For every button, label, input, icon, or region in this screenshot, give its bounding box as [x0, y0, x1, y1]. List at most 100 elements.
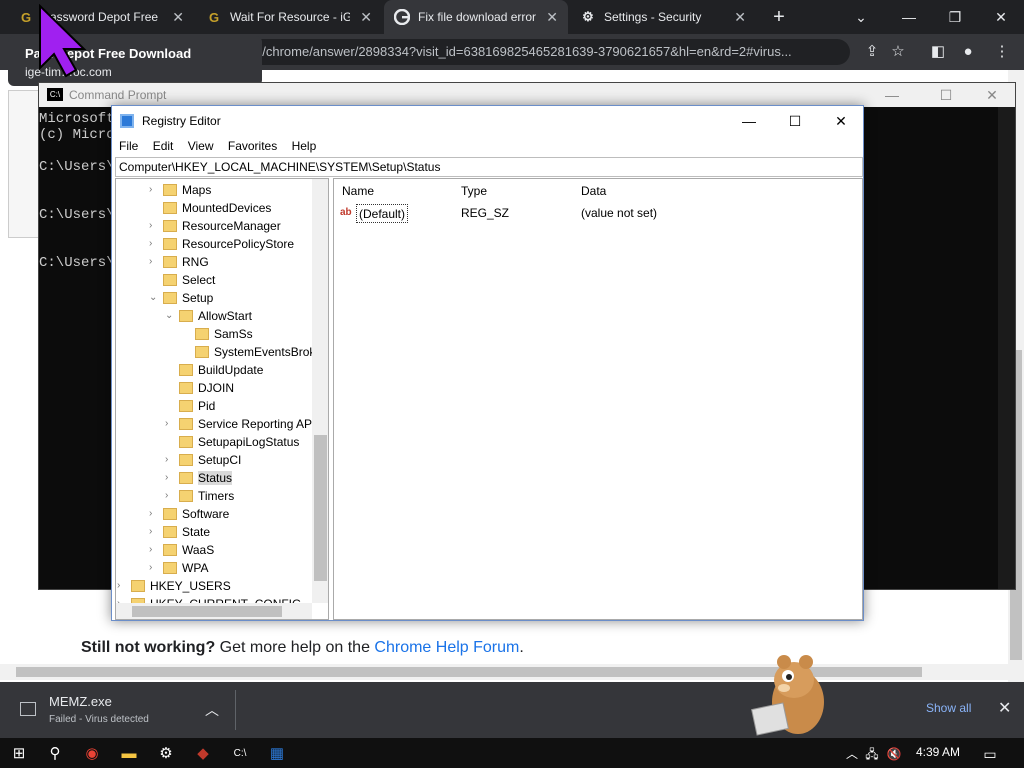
- app-icon[interactable]: ◆: [193, 744, 213, 764]
- tree-node[interactable]: › HKEY_USERS: [117, 577, 231, 595]
- tree-node[interactable]: › Service Reporting API: [165, 415, 315, 433]
- bookmark-star-icon[interactable]: ☆: [888, 42, 908, 62]
- close-icon[interactable]: ✕: [969, 83, 1015, 107]
- tab-search-chevron-icon[interactable]: ⌄: [838, 0, 884, 34]
- tree-node[interactable]: SetupapiLogStatus: [179, 433, 299, 451]
- column-header-type[interactable]: Type: [461, 182, 487, 200]
- mouse-cursor-icon: [39, 4, 87, 78]
- maximize-icon[interactable]: ☐: [772, 106, 818, 136]
- taskbar-clock[interactable]: 4:39 AM: [916, 745, 960, 759]
- registry-editor-window[interactable]: Registry Editor — ☐ ✕ File Edit View Fav…: [111, 105, 864, 621]
- tree-scroll-thumb[interactable]: [314, 435, 327, 581]
- collapsed-chevron-icon[interactable]: ›: [149, 541, 159, 559]
- registry-key-tree[interactable]: › Maps MountedDevices › ResourceManager › Reso…: [115, 178, 329, 620]
- registry-values-list[interactable]: Name Type Data ab (Default) REG_SZ (valu…: [333, 178, 863, 620]
- tree-node[interactable]: › State: [149, 523, 210, 541]
- regedit-taskbar-icon[interactable]: ▦: [267, 744, 287, 764]
- tree-node[interactable]: › Timers: [165, 487, 234, 505]
- expanded-chevron-icon[interactable]: ⌄: [165, 307, 175, 325]
- tree-node[interactable]: ⌄ Setup: [149, 289, 213, 307]
- tab-wait-for-resource[interactable]: G Wait For Resource - iGe ✕: [196, 0, 382, 34]
- windows-start-icon[interactable]: ⊞: [9, 744, 29, 764]
- close-icon[interactable]: ✕: [818, 106, 864, 136]
- cmd-title-bar[interactable]: C:\ Command Prompt — ☐ ✕: [39, 83, 1015, 107]
- tree-node[interactable]: SystemEventsBroker: [195, 343, 326, 361]
- profile-icon[interactable]: ●: [958, 42, 978, 62]
- registry-address-bar[interactable]: Computer\HKEY_LOCAL_MACHINE\SYSTEM\Setup…: [115, 157, 863, 177]
- tree-node[interactable]: › WaaS: [149, 541, 214, 559]
- collapsed-chevron-icon[interactable]: ›: [149, 253, 159, 271]
- tree-node[interactable]: › SetupCI: [165, 451, 241, 469]
- tree-node[interactable]: › WPA: [149, 559, 208, 577]
- menu-edit[interactable]: Edit: [153, 139, 174, 153]
- tree-hscroll-thumb[interactable]: [132, 606, 282, 617]
- cmd-taskbar-icon[interactable]: C:\: [230, 744, 250, 764]
- collapsed-chevron-icon[interactable]: ›: [149, 559, 159, 577]
- menu-help[interactable]: Help: [292, 139, 317, 153]
- tree-node[interactable]: › ResourcePolicyStore: [149, 235, 294, 253]
- side-panel-icon[interactable]: ◧: [928, 42, 948, 62]
- tree-node[interactable]: DJOIN: [179, 379, 234, 397]
- expanded-chevron-icon[interactable]: ⌄: [149, 289, 159, 307]
- menu-file[interactable]: File: [119, 139, 138, 153]
- restore-icon[interactable]: ❐: [932, 0, 978, 34]
- menu-favorites[interactable]: Favorites: [228, 139, 277, 153]
- cmd-scrollbar[interactable]: [998, 107, 1015, 589]
- tree-node[interactable]: › ResourceManager: [149, 217, 281, 235]
- close-icon[interactable]: ✕: [734, 9, 746, 26]
- notifications-icon[interactable]: ▭: [980, 744, 1000, 764]
- minimize-icon[interactable]: —: [869, 83, 915, 107]
- maximize-icon[interactable]: ☐: [923, 83, 969, 107]
- close-icon[interactable]: ✕: [360, 9, 372, 26]
- collapsed-chevron-icon[interactable]: ›: [117, 577, 127, 595]
- file-explorer-icon[interactable]: ▬: [119, 744, 139, 764]
- chrome-icon[interactable]: ◉: [82, 744, 102, 764]
- tree-node[interactable]: ⌄ AllowStart: [165, 307, 252, 325]
- tree-node[interactable]: › RNG: [149, 253, 209, 271]
- column-header-data[interactable]: Data: [581, 182, 606, 200]
- settings-gear-icon[interactable]: ⚙: [156, 744, 176, 764]
- tab-settings-security[interactable]: ⚙ Settings - Security ✕: [570, 0, 756, 34]
- chevron-up-icon[interactable]: ︿: [205, 700, 219, 720]
- collapsed-chevron-icon[interactable]: ›: [165, 415, 175, 433]
- new-tab-button[interactable]: +: [756, 0, 802, 34]
- collapsed-chevron-icon[interactable]: ›: [149, 523, 159, 541]
- collapsed-chevron-icon[interactable]: ›: [149, 505, 159, 523]
- tab-password-depot[interactable]: G Password Depot Free D ✕: [8, 0, 194, 34]
- chevron-up-icon[interactable]: ︿: [842, 744, 862, 764]
- close-icon[interactable]: ✕: [546, 9, 558, 26]
- menu-view[interactable]: View: [188, 139, 214, 153]
- collapsed-chevron-icon[interactable]: ›: [165, 487, 175, 505]
- regedit-title-bar[interactable]: Registry Editor — ☐ ✕: [112, 106, 863, 136]
- collapsed-chevron-icon[interactable]: ›: [149, 235, 159, 253]
- network-icon[interactable]: 🖧: [862, 744, 882, 764]
- menu-kebab-icon[interactable]: ⋮: [992, 42, 1012, 62]
- column-header-name[interactable]: Name: [342, 182, 374, 200]
- tree-node[interactable]: › Software: [149, 505, 229, 523]
- close-window-icon[interactable]: ✕: [978, 0, 1024, 34]
- tree-node[interactable]: MountedDevices: [163, 199, 271, 217]
- tree-node[interactable]: Select: [163, 271, 215, 289]
- collapsed-chevron-icon[interactable]: ›: [149, 217, 159, 235]
- volume-muted-icon[interactable]: 🔇: [884, 744, 904, 764]
- share-icon[interactable]: ⇪: [862, 42, 882, 62]
- collapsed-chevron-icon[interactable]: ›: [165, 469, 175, 487]
- tree-node[interactable]: Pid: [179, 397, 215, 415]
- show-all-downloads-button[interactable]: Show all: [926, 701, 971, 715]
- tree-node[interactable]: › Maps: [149, 181, 211, 199]
- tree-node[interactable]: › Status: [165, 469, 233, 487]
- tree-node[interactable]: SamSs: [195, 325, 253, 343]
- download-filename[interactable]: MEMZ.exe: [49, 694, 112, 709]
- minimize-icon[interactable]: —: [726, 106, 772, 136]
- close-icon[interactable]: ✕: [172, 9, 184, 26]
- value-name[interactable]: (Default): [356, 204, 409, 223]
- minimize-icon[interactable]: —: [886, 0, 932, 34]
- collapsed-chevron-icon[interactable]: ›: [165, 451, 175, 469]
- tab-fix-download-error[interactable]: Fix file download error ✕: [384, 0, 568, 34]
- value-type: REG_SZ: [461, 206, 510, 220]
- tree-node[interactable]: BuildUpdate: [179, 361, 263, 379]
- collapsed-chevron-icon[interactable]: ›: [149, 181, 159, 199]
- chrome-help-forum-link[interactable]: Chrome Help Forum: [374, 639, 519, 656]
- search-icon[interactable]: ⚲: [45, 744, 65, 764]
- close-icon[interactable]: ✕: [998, 698, 1011, 718]
